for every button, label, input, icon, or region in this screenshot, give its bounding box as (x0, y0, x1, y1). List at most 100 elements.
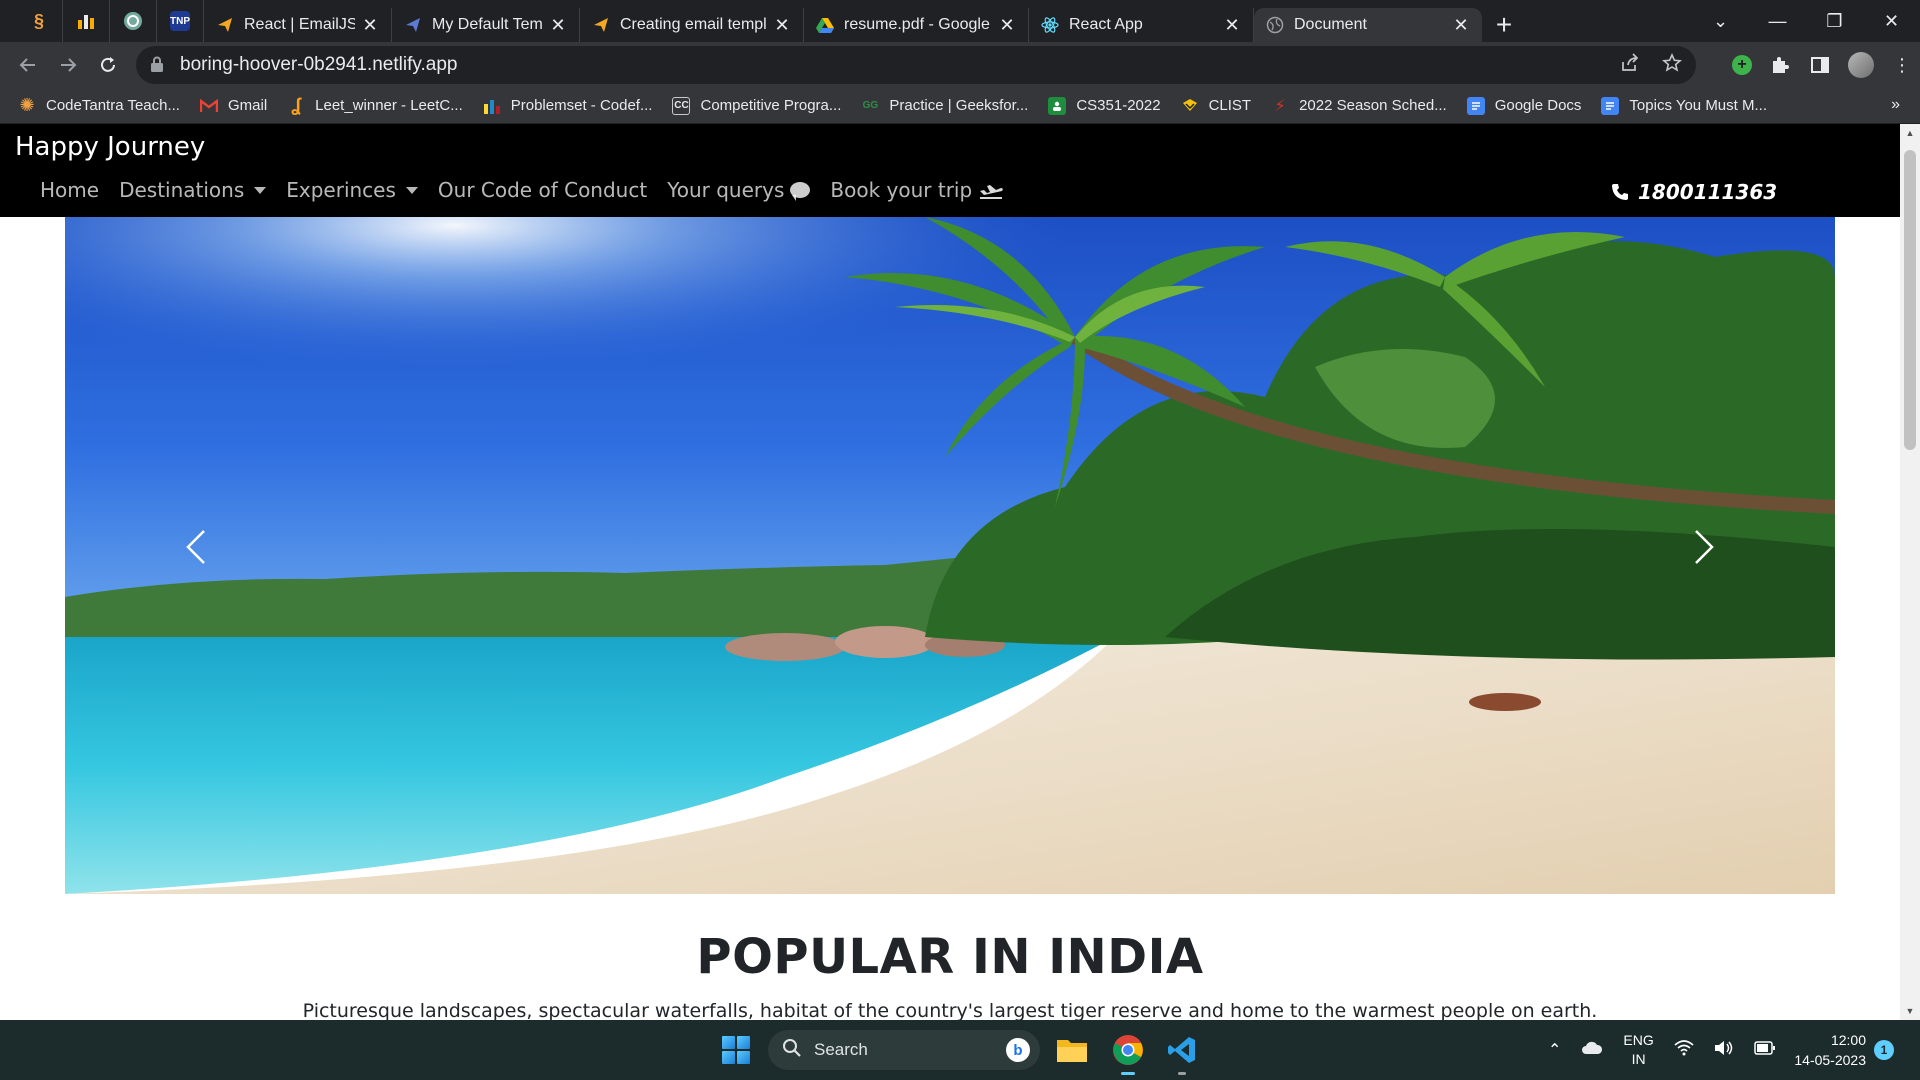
chrome-taskbar-icon[interactable] (1110, 1032, 1146, 1075)
lock-icon (150, 56, 166, 75)
back-button[interactable] (8, 45, 48, 85)
bookmark-item[interactable]: CS351-2022 (1048, 96, 1161, 115)
site-navbar: Happy Journey Home Destinations Experinc… (0, 124, 1900, 217)
phone-contact[interactable]: 1800111363 (1610, 180, 1777, 204)
clock-time: 12:00 (1830, 1032, 1866, 1048)
onedrive-cloud-icon[interactable] (1581, 1041, 1603, 1060)
bookmark-label: Practice | Geeksfor... (889, 97, 1029, 114)
bing-icon[interactable]: b (1006, 1038, 1030, 1062)
browser-tab-bar: § TNP React | EmailJS ✕ My Default Templ… (0, 0, 1920, 42)
close-icon[interactable]: ✕ (773, 15, 791, 36)
nav-label: Your querys (667, 178, 785, 202)
toolbar-right: + ⋮ (1732, 42, 1914, 88)
minimize-icon[interactable]: — (1749, 0, 1806, 42)
tab-search-icon[interactable]: ⌄ (1692, 0, 1749, 42)
menu-kebab-icon[interactable]: ⋮ (1890, 53, 1914, 77)
bookmark-item[interactable]: GG Practice | Geeksfor... (861, 97, 1029, 115)
react-icon (1041, 17, 1059, 33)
nav-experiences-dropdown[interactable]: Experinces (276, 172, 428, 208)
language-indicator[interactable]: ENG IN (1623, 1031, 1653, 1069)
bookmark-label: Leet_winner - LeetC... (315, 97, 463, 114)
bookmark-item[interactable]: CC Competitive Progra... (672, 96, 841, 115)
bookmark-item[interactable]: CLIST (1181, 97, 1251, 115)
close-icon[interactable]: ✕ (1452, 15, 1470, 36)
windows-taskbar: Search b ⌃ ENG IN 12:00 14-05-2023 1 (0, 1020, 1920, 1080)
nav-book-your-trip[interactable]: Book your trip (820, 172, 1014, 208)
bookmark-item[interactable]: ⚡ 2022 Season Sched... (1271, 97, 1446, 115)
taskbar-clock[interactable]: 12:00 14-05-2023 (1784, 1030, 1866, 1070)
reload-button[interactable] (88, 45, 128, 85)
side-panel-icon[interactable] (1808, 53, 1832, 77)
tab-creating-email-template[interactable]: Creating email templat ✕ (580, 8, 804, 42)
share-icon[interactable] (1620, 52, 1640, 78)
bookmark-item[interactable]: Gmail (199, 97, 268, 115)
taskbar-search[interactable]: Search b (768, 1030, 1040, 1070)
notification-badge[interactable]: 1 (1874, 1040, 1894, 1060)
search-placeholder: Search (814, 1040, 868, 1059)
bookmark-item[interactable]: ✺ CodeTantra Teach... (18, 95, 180, 115)
pinned-tab[interactable]: § (16, 0, 63, 42)
pinned-tab[interactable] (63, 0, 110, 42)
vscode-icon[interactable] (1164, 1032, 1200, 1075)
carousel-next-button[interactable] (1675, 517, 1735, 577)
pinned-tab[interactable] (110, 0, 157, 42)
nav-label: Experinces (286, 178, 396, 202)
tab-react-app[interactable]: React App ✕ (1029, 8, 1254, 42)
bookmark-label: Google Docs (1494, 97, 1582, 114)
chevron-up-icon[interactable]: ⌃ (1548, 1040, 1561, 1060)
close-icon[interactable]: ✕ (998, 15, 1016, 36)
window-controls: ⌄ — ❐ ✕ (1692, 0, 1920, 42)
nav-your-querys[interactable]: Your querys (657, 172, 820, 208)
extensions-puzzle-icon[interactable] (1768, 53, 1792, 77)
carousel-prev-button[interactable] (165, 517, 225, 577)
restore-icon[interactable]: ❐ (1806, 0, 1863, 42)
windows-start-icon[interactable] (722, 1036, 750, 1064)
nav-home[interactable]: Home (30, 172, 109, 208)
chat-bubble-icon (790, 182, 811, 201)
forward-button[interactable] (48, 45, 88, 85)
bookmark-item[interactable]: Topics You Must M... (1601, 96, 1767, 115)
nav-links: Home Destinations Experinces Our Code of… (30, 172, 1014, 208)
nav-label: Our Code of Conduct (437, 178, 648, 202)
tab-react-emailjs[interactable]: React | EmailJS ✕ (204, 8, 392, 42)
tab-my-default-template[interactable]: My Default Template - ✕ (392, 8, 580, 42)
browser-toolbar: boring-hoover-0b2941.netlify.app + ⋮ (0, 42, 1920, 88)
hero-carousel[interactable] (65, 217, 1835, 894)
close-icon[interactable]: ✕ (1223, 15, 1241, 36)
chatgpt-icon (124, 12, 142, 30)
volume-icon[interactable] (1714, 1040, 1734, 1061)
file-explorer-icon[interactable] (1054, 1032, 1090, 1068)
profile-avatar[interactable] (1848, 52, 1874, 78)
leetcode-icon: ʆ (291, 95, 302, 115)
page-scrollbar[interactable]: ▲ ▼ (1900, 124, 1920, 1020)
new-tab-button[interactable]: + (1482, 8, 1526, 42)
close-icon[interactable]: ✕ (361, 15, 379, 36)
codetantra-icon: § (33, 10, 44, 31)
extension-icon[interactable]: + (1732, 55, 1752, 75)
close-window-icon[interactable]: ✕ (1863, 0, 1920, 42)
scroll-down-icon[interactable]: ▼ (1900, 1006, 1920, 1016)
close-icon[interactable]: ✕ (549, 15, 567, 36)
bar-chart-icon (78, 15, 94, 29)
scrollbar-thumb[interactable] (1904, 150, 1916, 450)
page-viewport: Happy Journey Home Destinations Experinc… (0, 124, 1920, 1020)
gmail-icon (199, 97, 218, 115)
scroll-up-icon[interactable]: ▲ (1900, 128, 1920, 138)
bookmark-star-icon[interactable] (1662, 52, 1682, 78)
emailjs-icon (594, 18, 608, 32)
wifi-icon[interactable] (1674, 1039, 1694, 1061)
bookmark-label: Gmail (227, 97, 268, 114)
bookmark-item[interactable]: Google Docs (1466, 96, 1582, 115)
section-title: POPULAR IN INDIA (696, 929, 1204, 985)
address-bar[interactable]: boring-hoover-0b2941.netlify.app (136, 46, 1696, 84)
bookmarks-overflow-icon[interactable]: » (1891, 96, 1900, 114)
bookmark-item[interactable]: Problemset - Codef... (483, 97, 652, 115)
pinned-tab[interactable]: TNP (157, 0, 204, 42)
nav-destinations-dropdown[interactable]: Destinations (109, 172, 276, 208)
site-brand[interactable]: Happy Journey (15, 132, 205, 162)
battery-icon[interactable] (1754, 1040, 1776, 1060)
nav-code-of-conduct[interactable]: Our Code of Conduct (428, 172, 657, 208)
tab-resume-pdf[interactable]: resume.pdf - Google D ✕ (804, 8, 1029, 42)
tab-document[interactable]: Document ✕ (1254, 8, 1482, 42)
bookmark-item[interactable]: ʆ Leet_winner - LeetC... (287, 95, 463, 115)
